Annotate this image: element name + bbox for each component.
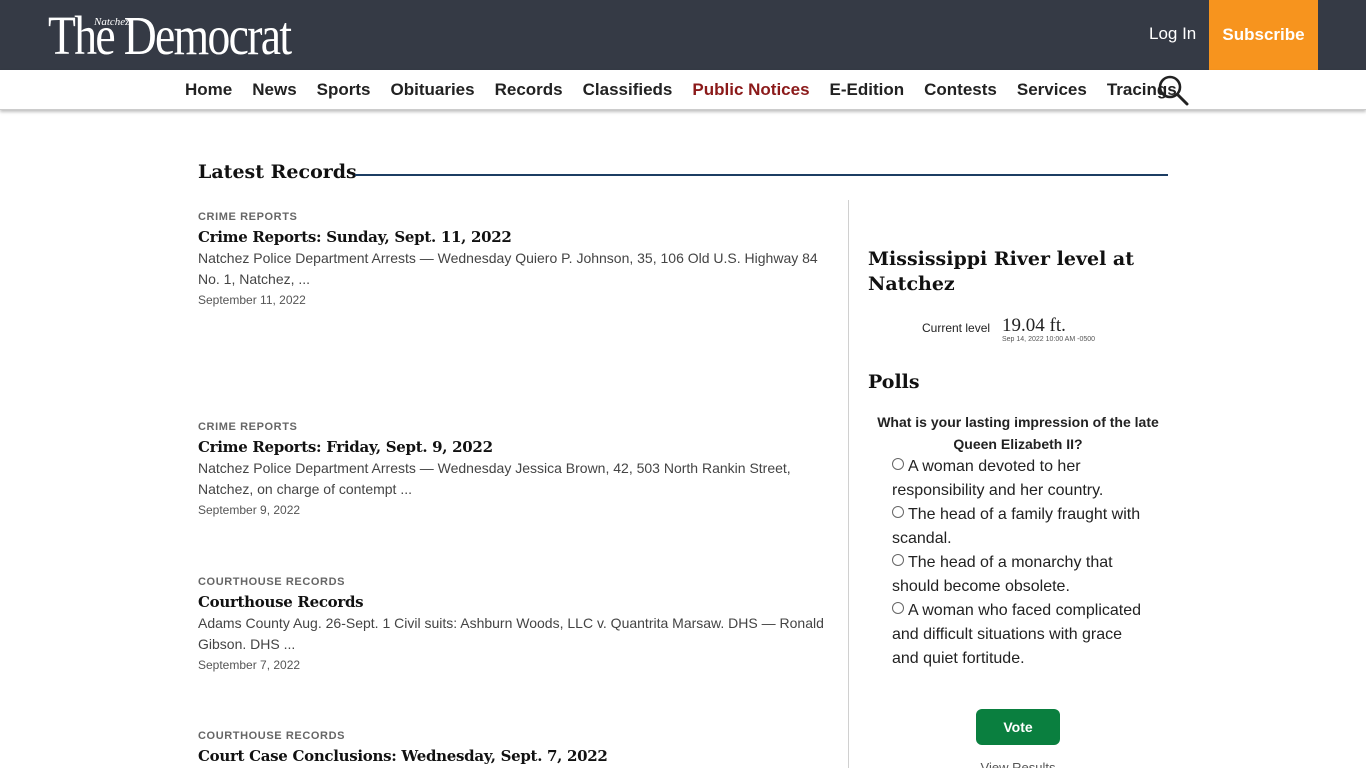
article-category[interactable]: Courthouse Records bbox=[198, 575, 828, 589]
nav-item-public-notices[interactable]: Public Notices bbox=[682, 80, 819, 100]
column-divider bbox=[848, 200, 849, 768]
logo-small-text: Natchez bbox=[94, 16, 130, 28]
article-excerpt: Natchez Police Department Arrests — Wedn… bbox=[198, 250, 818, 287]
article-category[interactable]: Crime Reports bbox=[198, 210, 828, 224]
poll-option[interactable]: A woman who faced complicated and diffic… bbox=[892, 599, 1142, 671]
nav-item-home[interactable]: Home bbox=[175, 80, 242, 100]
view-results-link[interactable]: View Results bbox=[976, 760, 1060, 768]
section-title: Latest Records bbox=[198, 161, 357, 183]
radio-button[interactable] bbox=[892, 554, 904, 566]
main-nav: Home News Sports Obituaries Records Clas… bbox=[0, 70, 1366, 110]
poll-option-label: A woman devoted to her responsibility an… bbox=[892, 458, 1104, 499]
poll-option-label: A woman who faced complicated and diffic… bbox=[892, 602, 1142, 667]
river-level-timestamp: Sep 14, 2022 10:00 AM -0500 bbox=[1002, 336, 1096, 343]
nav-item-services[interactable]: Services bbox=[1007, 80, 1097, 100]
radio-button[interactable] bbox=[892, 506, 904, 518]
poll-option-label: The head of a monarchy that should becom… bbox=[892, 554, 1113, 595]
article-excerpt: Adams County Aug. 26-Sept. 1 Civil suits… bbox=[198, 615, 824, 652]
poll-option[interactable]: A woman devoted to her responsibility an… bbox=[892, 455, 1142, 503]
poll-options: A woman devoted to her responsibility an… bbox=[892, 455, 1142, 671]
river-level-value: 19.04 ft. bbox=[1002, 315, 1066, 336]
article-headline[interactable]: Court Case Conclusions: Wednesday, Sept.… bbox=[198, 746, 828, 766]
site-logo[interactable]: The Democrat Natchez bbox=[48, 4, 318, 66]
polls-title: Polls bbox=[868, 371, 920, 393]
nav-item-e-edition[interactable]: E-Edition bbox=[820, 80, 915, 100]
article-date: September 9, 2022 bbox=[198, 503, 301, 517]
river-level-title: Mississippi River level at Natchez bbox=[868, 248, 1134, 295]
article-item: Courthouse Records Court Case Conclusion… bbox=[198, 729, 828, 766]
article-date: September 7, 2022 bbox=[198, 658, 301, 672]
section-divider bbox=[355, 174, 1168, 176]
nav-item-sports[interactable]: Sports bbox=[307, 80, 381, 100]
article-item: Crime Reports Crime Reports: Sunday, Sep… bbox=[198, 210, 828, 308]
poll-option[interactable]: The head of a monarchy that should becom… bbox=[892, 551, 1142, 599]
top-bar: The Democrat Natchez Log In Subscribe bbox=[0, 0, 1366, 70]
article-category[interactable]: Crime Reports bbox=[198, 420, 828, 434]
nav-item-classifieds[interactable]: Classifieds bbox=[573, 80, 683, 100]
search-icon[interactable] bbox=[1157, 74, 1189, 106]
article-item: Courthouse Records Courthouse Records Ad… bbox=[198, 575, 828, 673]
article-excerpt: Natchez Police Department Arrests — Wedn… bbox=[198, 460, 791, 497]
radio-button[interactable] bbox=[892, 458, 904, 470]
subscribe-button[interactable]: Subscribe bbox=[1209, 0, 1318, 70]
poll-option-label: The head of a family fraught with scanda… bbox=[892, 506, 1141, 547]
article-item: Crime Reports Crime Reports: Friday, Sep… bbox=[198, 420, 828, 518]
nav-item-contests[interactable]: Contests bbox=[914, 80, 1007, 100]
poll-question: What is your lasting impression of the l… bbox=[877, 414, 1159, 452]
nav-item-obituaries[interactable]: Obituaries bbox=[381, 80, 485, 100]
nav-item-records[interactable]: Records bbox=[485, 80, 573, 100]
article-headline[interactable]: Crime Reports: Friday, Sept. 9, 2022 bbox=[198, 437, 828, 457]
nav-list: Home News Sports Obituaries Records Clas… bbox=[175, 70, 1187, 110]
vote-button[interactable]: Vote bbox=[976, 709, 1060, 745]
poll-option[interactable]: The head of a family fraught with scanda… bbox=[892, 503, 1142, 551]
article-headline[interactable]: Courthouse Records bbox=[198, 592, 828, 612]
nav-item-news[interactable]: News bbox=[242, 80, 306, 100]
radio-button[interactable] bbox=[892, 602, 904, 614]
login-link[interactable]: Log In bbox=[1149, 24, 1196, 44]
article-date: September 11, 2022 bbox=[198, 293, 306, 307]
article-headline[interactable]: Crime Reports: Sunday, Sept. 11, 2022 bbox=[198, 227, 828, 247]
river-level-label: Current level bbox=[922, 321, 991, 335]
logo-main-text: The Democrat bbox=[48, 5, 292, 66]
article-category[interactable]: Courthouse Records bbox=[198, 729, 828, 743]
